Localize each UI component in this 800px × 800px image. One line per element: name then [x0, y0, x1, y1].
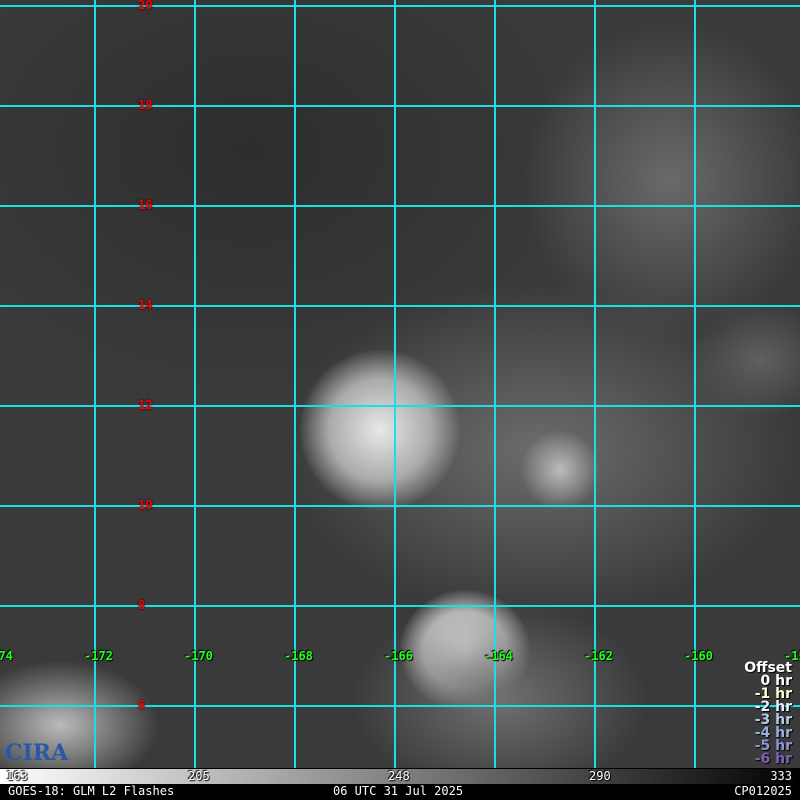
longitude-label: -164 [484, 649, 513, 663]
footer-storm-id: CP012025 [734, 784, 792, 798]
latitude-label: 14 [138, 298, 153, 312]
footer-bar: GOES-18: GLM L2 Flashes 06 UTC 31 Jul 20… [0, 784, 800, 800]
latitude-label: 16 [138, 198, 153, 212]
latitude-label: 10 [138, 498, 153, 512]
latitude-line [0, 5, 800, 7]
colorbar: 163 205 248 290 333 [0, 768, 800, 784]
latitude-line [0, 405, 800, 407]
latitude-label: 20 [138, 0, 153, 12]
footer-datetime: 06 UTC 31 Jul 2025 [333, 784, 464, 798]
latitude-line [0, 205, 800, 207]
longitude-label: -174 [0, 649, 13, 663]
longitude-label: -168 [284, 649, 313, 663]
latitude-label: 8 [138, 598, 146, 612]
longitude-label: -162 [584, 649, 613, 663]
colorbar-tick: 290 [589, 769, 611, 783]
longitude-label: -160 [684, 649, 713, 663]
satellite-viewer: 20 18 16 14 12 10 8 6 -174 -172 -170 -168 -166 -164 -… [0, 0, 800, 800]
colorbar-tick: 333 [770, 769, 792, 783]
latitude-label: 18 [138, 98, 153, 112]
longitude-label: -166 [384, 649, 413, 663]
colorbar-tick: 248 [388, 769, 410, 783]
cira-logo: CIRA [5, 740, 69, 766]
longitude-label: -172 [84, 649, 113, 663]
latitude-line [0, 305, 800, 307]
latitude-line [0, 605, 800, 607]
latitude-line [0, 705, 800, 707]
latitude-label: 6 [138, 698, 146, 712]
latitude-line [0, 505, 800, 507]
legend-item: -6 hr [754, 751, 792, 767]
colorbar-tick: 163 [6, 769, 28, 783]
footer-product: GOES-18: GLM L2 Flashes [8, 784, 175, 798]
latitude-label: 12 [138, 398, 153, 412]
colorbar-tick: 205 [188, 769, 210, 783]
offset-legend: Offset 0 hr -1 hr -2 hr -3 hr -4 hr -5 hr -6 h… [744, 661, 792, 767]
latitude-line [0, 105, 800, 107]
longitude-label: -170 [184, 649, 213, 663]
